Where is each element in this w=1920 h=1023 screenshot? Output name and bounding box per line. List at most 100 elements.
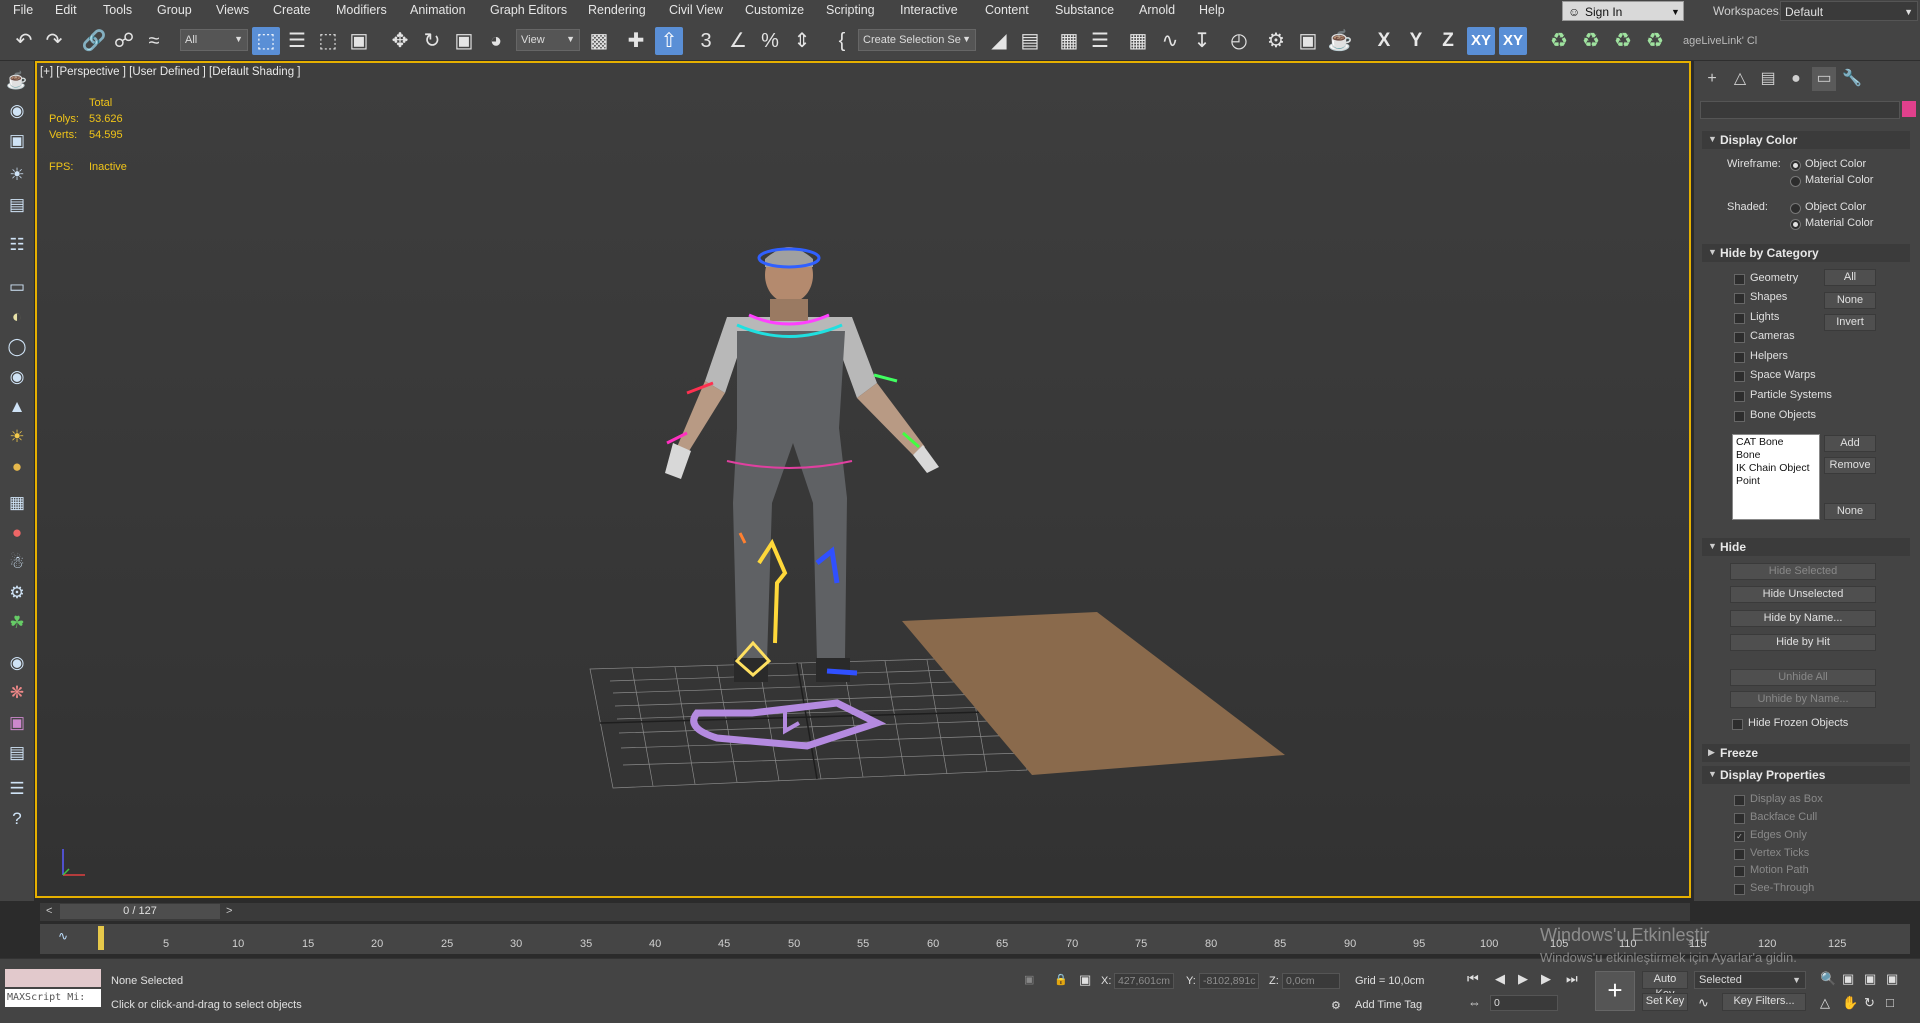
chevron-left-icon[interactable]: <	[46, 905, 52, 917]
add-button[interactable]: Add	[1824, 435, 1876, 452]
livelink-icon[interactable]: ♻	[1609, 27, 1637, 55]
toggle-ribbon-icon[interactable]: ▦	[1124, 27, 1152, 55]
display-tab-icon[interactable]: ▭	[1812, 67, 1836, 91]
time-slider-thumb[interactable]: 0 / 127	[60, 904, 220, 919]
pattern-icon[interactable]: ▦	[5, 491, 29, 515]
helpers-checkbox[interactable]	[1734, 352, 1745, 363]
menu-animation[interactable]: Animation	[410, 3, 466, 17]
object-color-swatch[interactable]	[1902, 101, 1916, 117]
menu-create[interactable]: Create	[273, 3, 311, 17]
skeleton-icon[interactable]: ☃	[5, 551, 29, 575]
backface-cull-checkbox[interactable]	[1734, 813, 1745, 824]
chevron-right-icon[interactable]: >	[226, 905, 232, 917]
sphere-icon[interactable]: ◉	[5, 651, 29, 675]
window-crossing-icon[interactable]: ▣	[345, 27, 373, 55]
unlink-icon[interactable]: ☍	[110, 27, 138, 55]
menu-customize[interactable]: Customize	[745, 3, 804, 17]
rollout-display-properties[interactable]: ▼ Display Properties	[1702, 766, 1910, 784]
wireframe-object-color-radio[interactable]	[1790, 160, 1801, 171]
livelink-icon[interactable]: ♻	[1641, 27, 1669, 55]
edges-only-checkbox[interactable]: ✓	[1734, 831, 1745, 842]
scale-icon[interactable]: ▣	[450, 27, 478, 55]
maxscript-listener-output[interactable]	[5, 969, 101, 987]
helper-icon[interactable]: ☷	[5, 233, 29, 257]
previous-frame-icon[interactable]: ◀	[1495, 971, 1505, 987]
select-object-icon[interactable]: ⬚	[252, 27, 280, 55]
hierarchy-tab-icon[interactable]: ▤	[1756, 67, 1780, 91]
hide-by-hit-button[interactable]: Hide by Hit	[1730, 634, 1876, 651]
zoom-icon[interactable]: 🔍	[1820, 971, 1836, 987]
menu-substance[interactable]: Substance	[1055, 3, 1114, 17]
dome-icon[interactable]: ◐	[5, 305, 29, 329]
menu-edit[interactable]: Edit	[55, 3, 77, 17]
list-none-button[interactable]: None	[1824, 503, 1876, 520]
remove-button[interactable]: Remove	[1824, 457, 1876, 474]
axis-y[interactable]: Y	[1402, 27, 1430, 55]
menu-content[interactable]: Content	[985, 3, 1029, 17]
current-frame-field[interactable]: 0	[1490, 995, 1558, 1011]
hide-unselected-button[interactable]: Hide Unselected	[1730, 586, 1876, 603]
menu-scripting[interactable]: Scripting	[826, 3, 875, 17]
hide-by-name-button[interactable]: Hide by Name...	[1730, 610, 1876, 627]
set-key-button[interactable]: Set Key	[1642, 993, 1688, 1011]
workspace-select[interactable]: Default ▼	[1780, 1, 1918, 21]
see-through-checkbox[interactable]	[1734, 884, 1745, 895]
menu-rendering[interactable]: Rendering	[588, 3, 646, 17]
teapot-icon[interactable]: ☕	[5, 69, 29, 93]
keyboard-shortcut-override-icon[interactable]: ⇧	[655, 27, 683, 55]
absolute-mode-icon[interactable]: ▣	[1079, 972, 1091, 988]
mirror-icon[interactable]: ◢	[985, 27, 1013, 55]
utilities-tab-icon[interactable]: 🔧	[1840, 67, 1864, 91]
key-filters-button[interactable]: Key Filters...	[1722, 993, 1806, 1011]
time-slider[interactable]: < 0 / 127 >	[40, 903, 1690, 921]
pivot-center-icon[interactable]: ▩	[585, 27, 613, 55]
select-by-name-icon[interactable]: ☰	[283, 27, 311, 55]
category-listbox[interactable]: CAT Bone Bone IK Chain Object Point	[1732, 434, 1820, 520]
rollout-freeze[interactable]: ▶ Freeze	[1702, 744, 1910, 762]
layer-explorer-icon[interactable]: ☰	[1086, 27, 1114, 55]
wireframe-material-color-radio[interactable]	[1790, 176, 1801, 187]
list-item[interactable]: CAT Bone	[1736, 436, 1783, 449]
viewport-label[interactable]: [+] [Perspective ] [User Defined ] [Defa…	[40, 66, 300, 78]
menu-graph-editors[interactable]: Graph Editors	[490, 3, 567, 17]
rectangular-selection-icon[interactable]: ⬚	[314, 27, 342, 55]
menu-arnold[interactable]: Arnold	[1139, 3, 1175, 17]
zoom-all-icon[interactable]: ▣	[1842, 971, 1854, 987]
help-icon[interactable]: ?	[5, 807, 29, 831]
motion-path-checkbox[interactable]	[1734, 866, 1745, 877]
named-selection-set-select[interactable]: Create Selection Se ▼	[858, 29, 976, 51]
scene-explorer-icon[interactable]: ▦	[1055, 27, 1083, 55]
time-tag-icon[interactable]: ⚙	[1331, 999, 1341, 1012]
menu-file[interactable]: File	[13, 3, 33, 17]
key-mode-toggle-icon[interactable]: ⇔	[1468, 995, 1481, 1010]
isolate-selection-icon[interactable]: ▣	[1024, 973, 1034, 986]
particle-systems-checkbox[interactable]	[1734, 391, 1745, 402]
motion-tab-icon[interactable]: ●	[1784, 67, 1808, 91]
grass-icon[interactable]: ☘	[5, 611, 29, 635]
maximize-viewport-icon[interactable]: □	[1886, 995, 1894, 1010]
placement-icon[interactable]: ◕	[482, 27, 510, 55]
undo-icon[interactable]: ↶	[10, 27, 38, 55]
list-item[interactable]: Bone	[1736, 449, 1761, 462]
sign-in-dropdown[interactable]: ☺ Sign In ▼	[1562, 1, 1684, 21]
redo-icon[interactable]: ↷	[40, 27, 68, 55]
menu-views[interactable]: Views	[216, 3, 249, 17]
plane-icon[interactable]: ▭	[5, 275, 29, 299]
color-dots-icon[interactable]: ❋	[5, 681, 29, 705]
axis-x[interactable]: X	[1370, 27, 1398, 55]
edit-named-selection-icon[interactable]: {	[828, 27, 856, 55]
orbit-icon[interactable]: ↻	[1864, 995, 1875, 1011]
go-to-end-icon[interactable]: ⏭	[1566, 971, 1578, 987]
bind-space-warp-icon[interactable]: ≈	[140, 27, 168, 55]
field-of-view-icon[interactable]: △	[1820, 995, 1830, 1011]
render-icon[interactable]: ▤	[5, 741, 29, 765]
selection-filter-select[interactable]: All ▼	[180, 29, 248, 51]
cameras-checkbox[interactable]	[1734, 332, 1745, 343]
geometry-checkbox[interactable]	[1734, 274, 1745, 285]
clipboard-icon[interactable]: ☰	[5, 777, 29, 801]
particle-icon[interactable]: ●	[5, 521, 29, 545]
angle-snap-icon[interactable]: ∠	[724, 27, 752, 55]
list-item[interactable]: IK Chain Object	[1736, 462, 1810, 475]
key-mode-select[interactable]: Selected ▼	[1694, 971, 1806, 989]
dope-sheet-icon[interactable]: ↧	[1188, 27, 1216, 55]
